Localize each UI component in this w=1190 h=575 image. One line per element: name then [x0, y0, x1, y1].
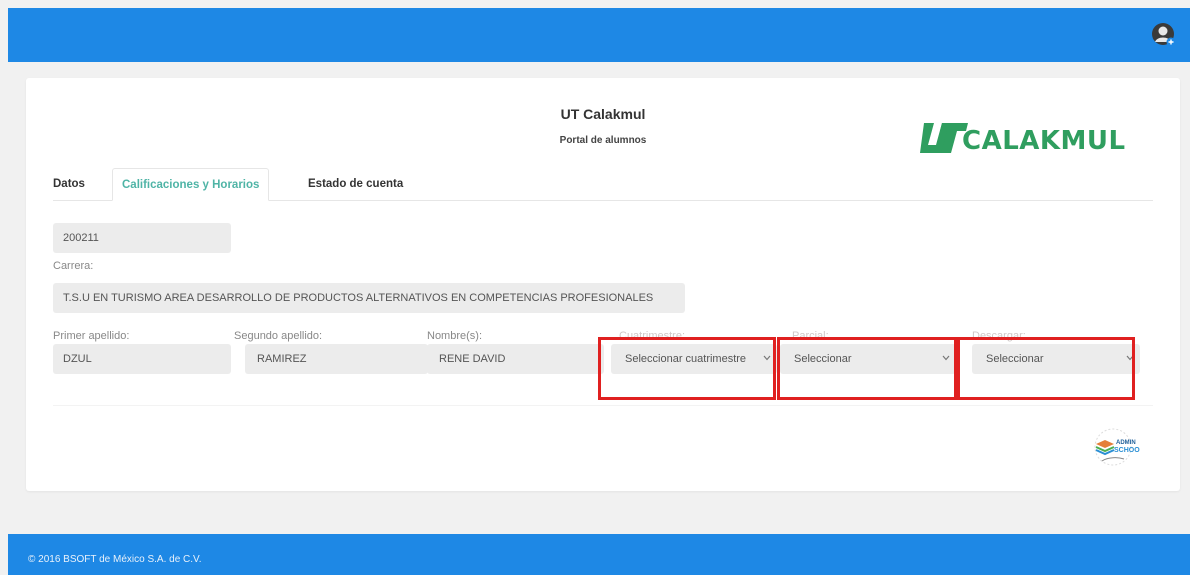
second-surname-label: Segundo apellido:: [234, 330, 323, 342]
svg-text:SCHOOL: SCHOOL: [1114, 447, 1140, 454]
highlight-box-cuatrimestre: [598, 337, 776, 400]
second-surname-field: RAMIREZ: [245, 344, 428, 374]
footer: © 2016 BSOFT de México S.A. de C.V.: [8, 534, 1190, 575]
first-surname-label: Primer apellido:: [53, 330, 130, 342]
portal-title: UT Calakmul: [560, 106, 646, 122]
footer-copyright: © 2016 BSOFT de México S.A. de C.V.: [28, 554, 202, 565]
ut-logo-icon: [920, 123, 968, 153]
tab-bar: Datos Calificaciones y Horarios Estado d…: [53, 168, 1153, 201]
admin-school-logo: ADMIN SCHOOL: [1094, 428, 1140, 466]
names-label: Nombre(s):: [427, 330, 483, 342]
career-field: T.S.U EN TURISMO AREA DESARROLLO DE PROD…: [53, 283, 685, 313]
logo-text: CALAKMUL: [962, 126, 1126, 156]
tab-datos[interactable]: Datos: [53, 168, 85, 201]
divider: [53, 405, 1153, 406]
ut-calakmul-logo: CALAKMUL: [914, 121, 1126, 157]
names-field: RENE DAVID: [427, 344, 604, 374]
top-bar: [8, 8, 1190, 62]
tab-calificaciones-horarios[interactable]: Calificaciones y Horarios: [112, 168, 270, 201]
first-surname-field: DZUL: [53, 344, 231, 374]
highlight-box-descargar: [957, 337, 1135, 400]
career-label: Carrera:: [53, 260, 94, 272]
main-card: UT Calakmul Portal de alumnos CALAKMUL D…: [26, 78, 1180, 491]
tab-estado-de-cuenta[interactable]: Estado de cuenta: [308, 168, 403, 201]
student-id-field: 200211: [53, 223, 231, 253]
user-add-icon[interactable]: [1151, 22, 1177, 48]
highlight-box-parcial: [777, 337, 957, 400]
svg-text:ADMIN: ADMIN: [1116, 440, 1136, 446]
